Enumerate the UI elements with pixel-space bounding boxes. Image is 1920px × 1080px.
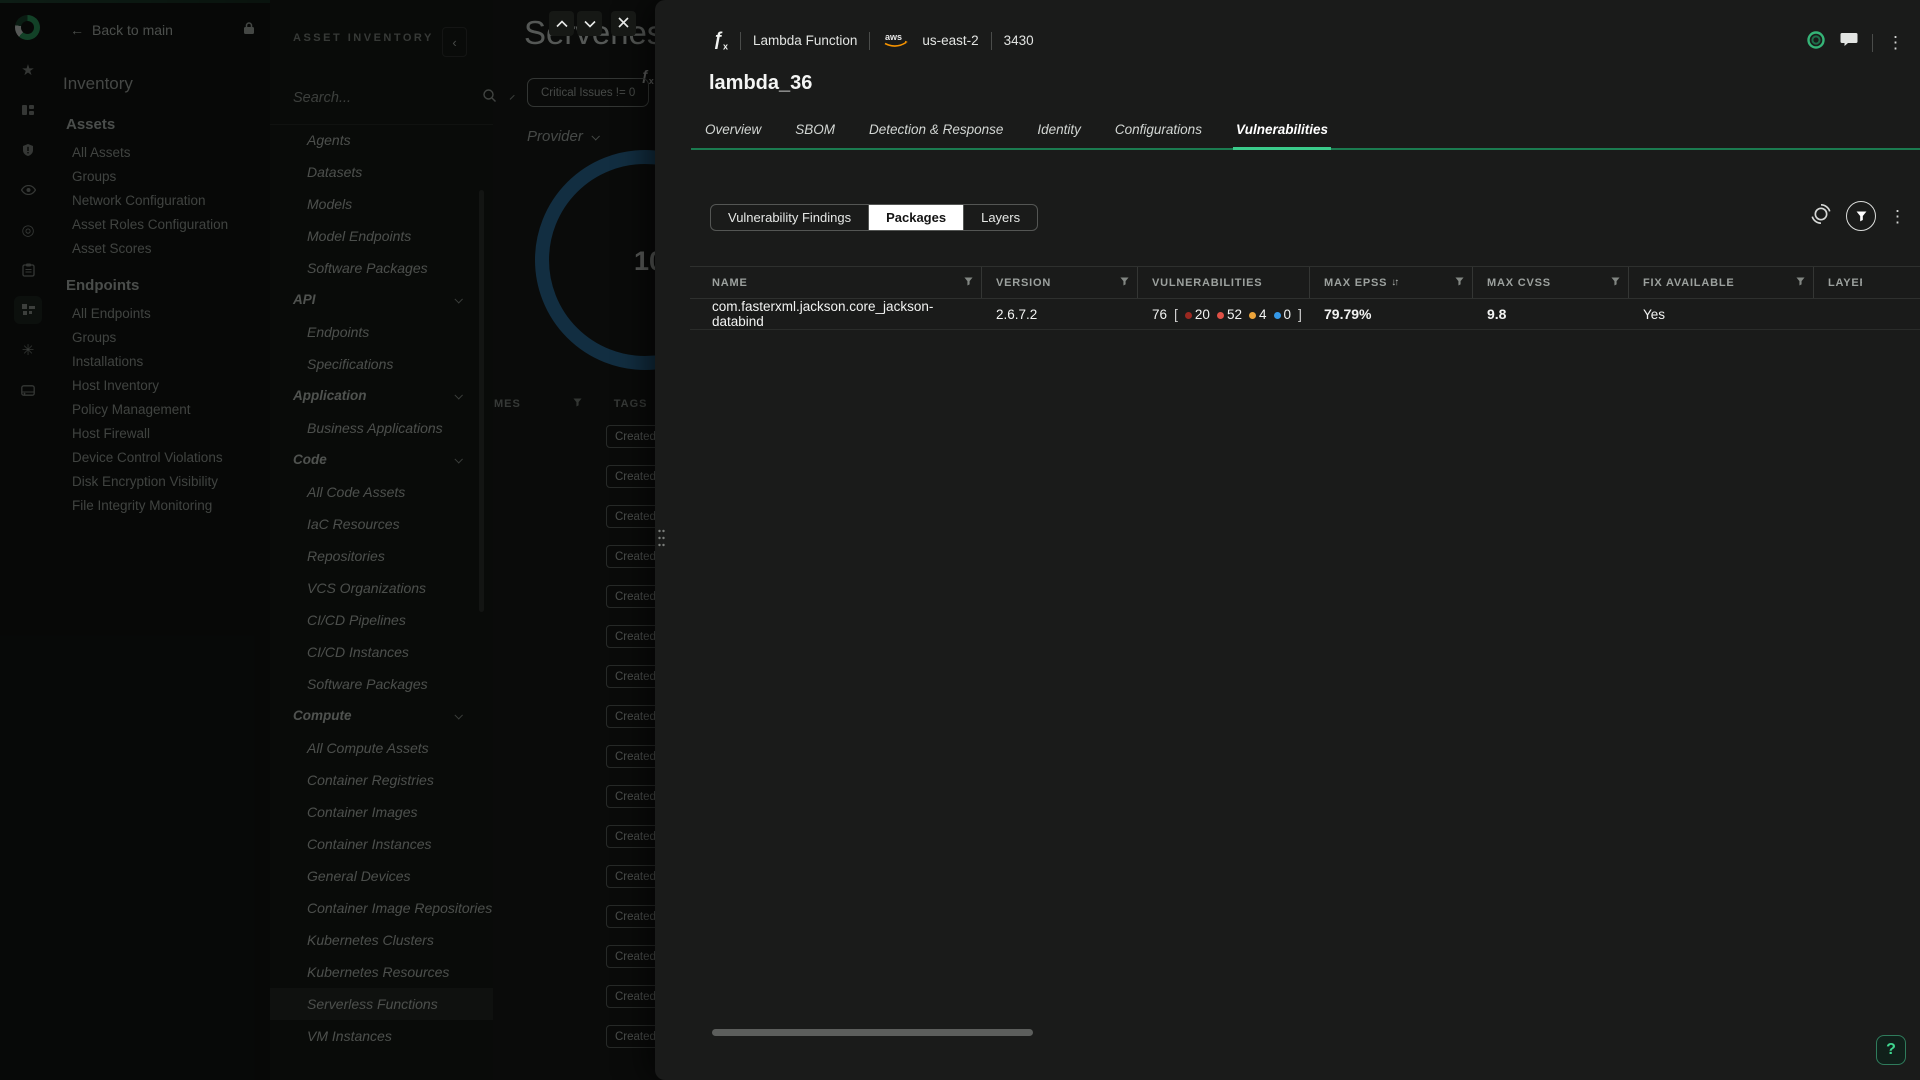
table-more-options-icon[interactable]: ⋮ [1889,208,1906,225]
asset-count: 3430 [1004,33,1034,48]
tab-identity[interactable]: Identity [1037,122,1081,137]
low-dot-icon [1274,312,1281,319]
filter-funnel-icon[interactable] [1120,277,1129,289]
tab-configurations[interactable]: Configurations [1115,122,1202,137]
filter-funnel-icon[interactable] [1611,277,1620,289]
vulnerability-view-switcher: Vulnerability Findings Packages Layers [710,204,1038,231]
critical-dot-icon [1185,312,1192,319]
col-layers: LAYERS [1828,277,1862,289]
medium-count: 4 [1259,307,1267,322]
filter-funnel-icon[interactable] [964,277,973,289]
filter-funnel-icon[interactable] [1796,277,1805,289]
packages-table-header: NAME VERSION VULNERABILITIES MAX EPSS ↓↑… [690,266,1920,299]
asset-title: lambda_36 [709,72,812,95]
chevron-down-icon [584,15,596,33]
filter-button[interactable] [1846,201,1876,231]
lambda-fx-icon: ƒx [713,30,728,52]
subtab-packages[interactable]: Packages [869,205,964,230]
package-version: 2.6.7.2 [996,307,1037,322]
previous-asset-button[interactable] [549,11,574,36]
packages-table: NAME VERSION VULNERABILITIES MAX EPSS ↓↑… [690,266,1920,330]
next-asset-button[interactable] [577,11,602,36]
max-cvss-value: 9.8 [1487,306,1506,322]
filter-funnel-icon[interactable] [1455,277,1464,289]
col-fix-available: FIX AVAILABLE [1643,277,1734,289]
low-count: 0 [1284,307,1292,322]
help-button[interactable]: ? [1876,1035,1906,1065]
chevron-up-icon [556,15,568,33]
app-screen: ← Back to main ★ ◎ ✳ [0,0,1920,1080]
tab-vulnerabilities[interactable]: Vulnerabilities [1236,122,1328,137]
horizontal-scrollbar[interactable] [712,1029,1033,1036]
asset-detail-drawer: ƒx Lambda Function aws us-east-2 3430 ⋮ … [655,0,1920,1080]
critical-count: 20 [1195,307,1210,322]
sort-icon[interactable]: ↓↑ [1391,277,1397,288]
package-row[interactable]: com.fasterxml.jackson.core_jackson-datab… [690,299,1920,330]
col-max-epss: MAX EPSS [1324,277,1387,289]
max-epss-value: 79.79% [1324,306,1371,322]
package-name: com.fasterxml.jackson.core_jackson-datab… [712,299,974,329]
medium-dot-icon [1249,312,1256,319]
drawer-tabs: Overview SBOM Detection & Response Ident… [691,122,1920,150]
col-version: VERSION [996,277,1051,289]
tab-sbom[interactable]: SBOM [795,122,835,137]
col-name: NAME [712,277,748,289]
recon-ring-icon[interactable] [1806,30,1826,55]
subtab-layers[interactable]: Layers [964,205,1037,230]
col-max-cvss: MAX CVSS [1487,277,1551,289]
subtab-vulnerability-findings[interactable]: Vulnerability Findings [711,205,869,230]
drawer-controls [549,11,639,36]
more-options-icon[interactable]: ⋮ [1887,34,1904,51]
close-icon [618,15,629,33]
tab-overview[interactable]: Overview [705,122,761,137]
table-actions: ⋮ [1809,201,1906,231]
asset-type-label: Lambda Function [753,33,857,48]
region-label: us-east-2 [922,33,978,48]
rescan-icon[interactable] [1809,202,1833,231]
drawer-breadcrumb: ƒx Lambda Function aws us-east-2 3430 [713,30,1034,52]
comments-icon[interactable] [1840,32,1858,53]
col-vulnerabilities: VULNERABILITIES [1152,277,1262,289]
vulnerability-counts: 76 [ 20 52 4 0 ] [1152,306,1302,322]
close-drawer-button[interactable] [611,11,636,36]
high-count: 52 [1227,307,1242,322]
drawer-resize-handle[interactable] [657,527,666,554]
aws-logo-icon: aws [882,31,910,51]
fix-available-value: Yes [1643,307,1665,322]
drawer-header-actions: ⋮ [1806,30,1904,55]
svg-text:aws: aws [885,32,902,42]
high-dot-icon [1217,312,1224,319]
tab-detection-response[interactable]: Detection & Response [869,122,1003,137]
vuln-total: 76 [1152,307,1167,322]
